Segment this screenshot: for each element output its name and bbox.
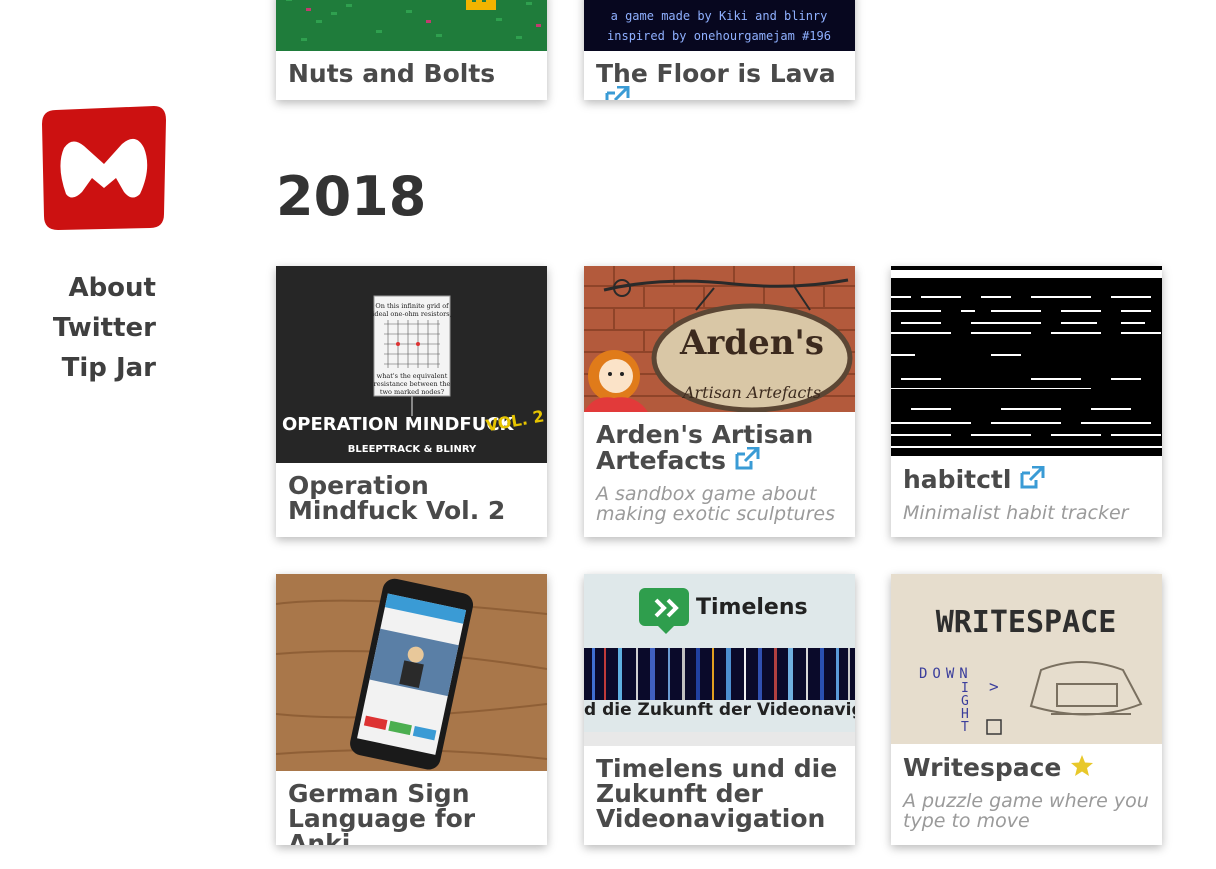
site-logo[interactable] [42, 106, 166, 230]
image-text: BLEEPTRACK & BLINRY [348, 444, 477, 455]
project-card-writespace[interactable]: WRITESPACE DOWN IGHT > Writespace A puzz… [891, 574, 1162, 845]
nav-twitter-link[interactable]: Twitter [53, 308, 156, 348]
image-text: d die Zukunft der Videonavigati [584, 700, 855, 720]
star-icon [1069, 754, 1095, 782]
project-thumbnail [276, 574, 547, 771]
project-thumbnail [276, 0, 547, 51]
image-text: two marked nodes? [380, 388, 445, 396]
image-text: T [961, 720, 969, 735]
project-title[interactable]: Timelens und die Zukunft der Videonaviga… [596, 756, 843, 831]
image-text: OPERATION MINDFUCK [282, 414, 515, 435]
project-card-timelens[interactable]: Timelens d die Zukunft der Videonavigati… [584, 574, 855, 845]
project-card-ardens-artisan-artefacts[interactable]: Arden's Artisan Artefacts Arden's Artisa… [584, 266, 855, 537]
project-title[interactable]: habitctl [903, 465, 1011, 494]
image-text: Arden's [679, 323, 824, 363]
project-card-nuts-and-bolts[interactable]: Nuts and Bolts [276, 0, 547, 100]
external-link-icon[interactable] [604, 85, 630, 100]
image-text: WRITESPACE [936, 605, 1117, 640]
project-thumbnail: Arden's Artisan Artefacts [584, 266, 855, 412]
project-title[interactable]: Nuts and Bolts [288, 61, 535, 86]
project-title[interactable]: Writespace [903, 753, 1061, 782]
project-description: A puzzle game where you type to move [903, 790, 1149, 832]
project-thumbnail: Timelens d die Zukunft der Videonavigati [584, 574, 855, 746]
project-title[interactable]: The Floor is Lava [596, 59, 836, 88]
image-text: Timelens [696, 595, 808, 620]
nav-tipjar-link[interactable]: Tip Jar [53, 348, 156, 388]
project-thumbnail: WRITESPACE DOWN IGHT > [891, 574, 1162, 744]
project-description: Minimalist habit tracker [903, 502, 1129, 524]
logo-icon [42, 106, 166, 230]
project-title[interactable]: Arden's Artisan Artefacts [596, 420, 813, 475]
image-text: resistance between the [374, 380, 451, 388]
image-caption-line-2: inspired by onehourgamejam #196 [607, 29, 831, 43]
project-thumbnail: On this infinite grid of ideal one-ohm r… [276, 266, 547, 463]
external-link-icon[interactable] [734, 446, 760, 475]
project-thumbnail: a game made by Kiki and blinry inspired … [584, 0, 855, 51]
image-text: On this infinite grid of [375, 302, 449, 310]
year-heading: 2018 [276, 165, 427, 228]
image-caption-line-1: a game made by Kiki and blinry [611, 9, 828, 23]
image-text: Artisan Artefacts [681, 383, 821, 402]
main-nav: About Twitter Tip Jar [53, 268, 156, 388]
project-card-floor-is-lava[interactable]: a game made by Kiki and blinry inspired … [584, 0, 855, 100]
image-text: DOWN [919, 666, 973, 682]
project-card-habitctl[interactable]: habitctl Minimalist habit tracker [891, 266, 1162, 537]
image-text: ideal one-ohm resistors, [372, 310, 451, 318]
sidebar: About Twitter Tip Jar [0, 0, 200, 869]
project-card-german-sign-language[interactable]: German Sign Language for Anki [276, 574, 547, 845]
image-text: > [989, 677, 999, 696]
project-thumbnail [891, 266, 1162, 456]
project-title[interactable]: German Sign Language for Anki [288, 781, 535, 845]
external-link-icon[interactable] [1019, 465, 1045, 494]
project-card-operation-mindfuck[interactable]: On this infinite grid of ideal one-ohm r… [276, 266, 547, 537]
nav-about-link[interactable]: About [53, 268, 156, 308]
project-description: A sandbox game about making exotic sculp… [596, 483, 835, 525]
project-title[interactable]: Operation Mindfuck Vol. 2 [288, 473, 535, 523]
image-text: what's the equivalent [377, 372, 448, 380]
